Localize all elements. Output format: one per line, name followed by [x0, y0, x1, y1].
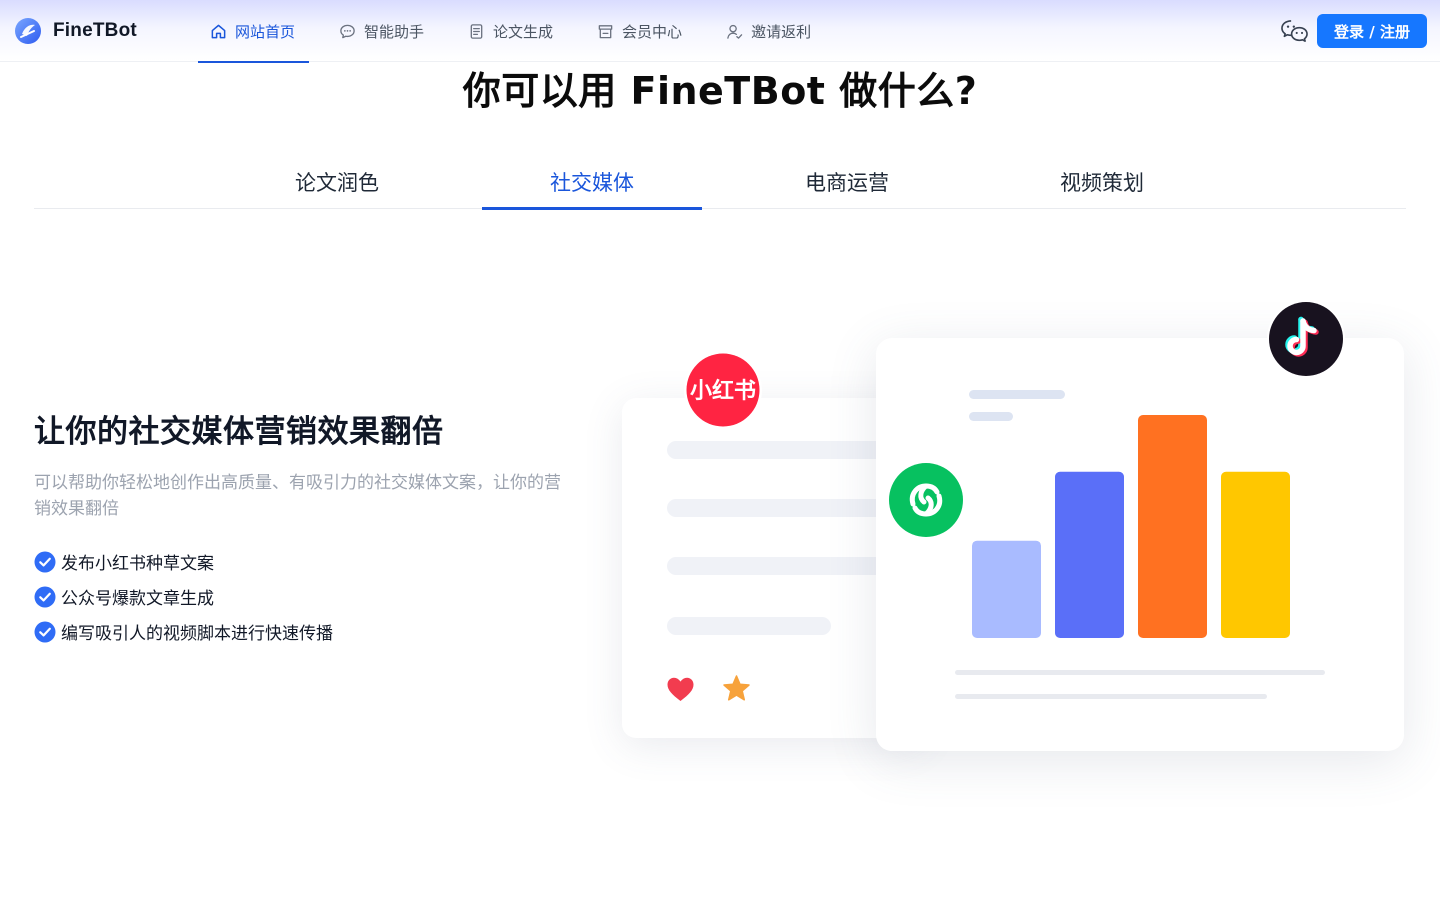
chart-bar — [1138, 415, 1207, 638]
home-icon — [211, 24, 226, 38]
xiaohongshu-badge: 小红书 — [684, 351, 762, 429]
tiktok-icon — [1267, 300, 1345, 378]
nav-item-label: 智能助手 — [364, 22, 425, 41]
chat-bubble-icon — [340, 24, 355, 38]
section-description: 可以帮助你轻松地创作出高质量、有吸引力的社交媒体文案，让你的营销效果翻倍 — [34, 473, 561, 519]
brand-name: FineTBot — [53, 20, 137, 41]
xiaohongshu-badge-text: 小红书 — [690, 378, 756, 404]
chart-bar — [1055, 471, 1124, 638]
check-circle-icon — [34, 586, 56, 607]
feature-label: 公众号爆款文章生成 — [61, 589, 214, 609]
chart-bar — [1221, 471, 1290, 638]
section-heading: 让你的社交媒体营销效果翻倍 — [34, 414, 444, 450]
feature-item: 公众号爆款文章生成 — [34, 579, 333, 614]
brand-logo-icon — [15, 18, 41, 44]
tab-video-planning[interactable]: 视频策划 — [992, 160, 1212, 209]
nav-item-paper[interactable]: 论文生成 — [456, 0, 567, 62]
nav-item-home[interactable]: 网站首页 — [198, 0, 310, 63]
chart-bar — [972, 540, 1041, 638]
wechat-icon[interactable] — [1280, 18, 1309, 45]
check-circle-icon — [34, 621, 56, 642]
nav-item-membership[interactable]: 会员中心 — [585, 0, 696, 62]
tab-paper-polish[interactable]: 论文润色 — [227, 160, 447, 209]
invite-user-icon — [727, 24, 743, 39]
main-nav: 网站首页 智能助手 论文生成 会员中心 邀请返利 — [198, 0, 843, 63]
feature-item: 发布小红书种草文案 — [34, 544, 333, 579]
feature-label: 发布小红书种草文案 — [61, 554, 214, 574]
swirl-logo-icon — [887, 461, 965, 539]
nav-item-label: 邀请返利 — [751, 22, 812, 41]
page-title: 你可以用 FineTBot 做什么? — [462, 69, 978, 113]
placeholder-line — [667, 617, 831, 635]
tab-social-media[interactable]: 社交媒体 — [482, 160, 702, 210]
nav-item-label: 会员中心 — [622, 22, 683, 41]
login-register-button[interactable]: 登录 / 注册 — [1317, 14, 1427, 48]
nav-item-label: 论文生成 — [493, 22, 554, 41]
check-circle-icon — [34, 551, 56, 572]
tab-ecommerce[interactable]: 电商运营 — [737, 160, 957, 209]
store-icon — [598, 24, 613, 38]
nav-item-invite[interactable]: 邀请返利 — [714, 0, 825, 62]
feature-label: 编写吸引人的视频脚本进行快速传播 — [61, 624, 333, 644]
bar-chart — [972, 415, 1290, 638]
feature-item: 编写吸引人的视频脚本进行快速传播 — [34, 614, 333, 649]
feature-list: 发布小红书种草文案 公众号爆款文章生成 编写吸引人的视频脚本进行快速传播 — [34, 544, 333, 649]
nav-item-assistant[interactable]: 智能助手 — [327, 0, 438, 62]
heart-icon — [667, 677, 694, 701]
star-icon — [723, 675, 750, 701]
brand[interactable]: FineTBot — [14, 16, 137, 46]
nav-item-label: 网站首页 — [235, 22, 296, 41]
use-case-tabs: 论文润色 社交媒体 电商运营 视频策划 — [34, 160, 1406, 210]
document-icon — [470, 23, 483, 39]
top-navbar: FineTBot 网站首页 智能助手 论文生成 会员中心 邀请返利 登录 / 注… — [0, 0, 1440, 63]
